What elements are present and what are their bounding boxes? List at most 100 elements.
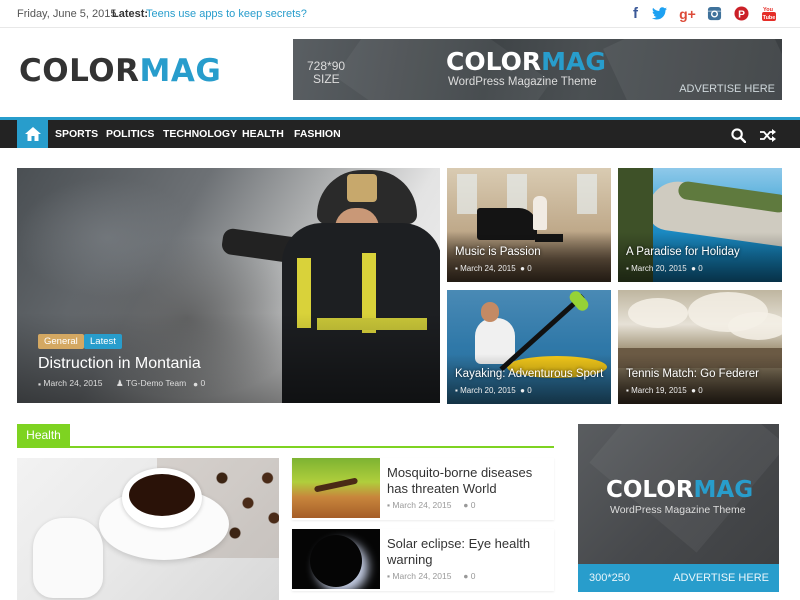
featured-main-post[interactable]: General Latest Distruction in Montania ▪… [17,168,440,403]
category-badge-latest[interactable]: Latest [84,334,122,349]
post-date-text: March 24, 2015 [43,378,103,388]
card-meta: ▪ March 24, 2015 ● 0 [455,264,532,273]
random-post-icon[interactable] [759,126,777,144]
svg-text:P: P [738,9,745,20]
card-meta: ▪ March 20, 2015 ● 0 [455,386,532,395]
nav-item-politics[interactable]: POLITICS [106,128,154,140]
pinterest-icon[interactable]: P [733,5,750,22]
ad-logo: COLORMAG [446,47,606,76]
ad-logo-color: COLOR [606,477,694,503]
card-title[interactable]: Tennis Match: Go Federer [626,368,759,380]
news-comments: 0 [470,500,476,510]
card-image-person [533,196,547,230]
news-title[interactable]: Mosquito-borne diseases has threaten Wor… [387,465,552,497]
card-meta: ▪ March 19, 2015 ● 0 [626,386,703,395]
health-main-post-image[interactable] [17,458,279,600]
card-image-cloud [628,298,688,328]
svg-text:Tube: Tube [762,15,775,21]
card-date: March 19, 2015 [631,386,687,395]
comment-icon: ● [463,500,469,510]
ad-logo: COLORMAG [606,477,753,503]
section-title-health[interactable]: Health [17,424,70,447]
search-icon[interactable] [729,126,747,144]
top-bar: Friday, June 5, 2015 Latest: Teens use a… [0,0,800,28]
main-navigation: SPORTS POLITICS TECHNOLOGY HEALTH FASHIO… [0,117,800,148]
card-comments: 0 [698,264,703,273]
calendar-icon: ▪ [387,571,391,581]
ad-size-value: 728*90 [307,59,346,73]
twitter-icon[interactable] [651,5,668,22]
comment-icon: ● [520,386,525,395]
news-meta: ▪ March 24, 2015 ● 0 [387,500,476,510]
card-image-window [457,174,477,214]
news-thumbnail[interactable] [292,458,380,518]
calendar-icon: ▪ [455,264,458,273]
logo-text-color: COLOR [19,53,140,89]
ad-footer-bar: 300*250 ADVERTISE HERE [578,564,779,592]
ad-logo-mag: MAG [693,477,754,503]
comment-icon: ● [463,571,469,581]
featured-card[interactable]: Music is Passion ▪ March 24, 2015 ● 0 [447,168,611,282]
latest-news-link[interactable]: Teens use apps to keep secrets? [146,8,307,20]
card-meta: ▪ March 20, 2015 ● 0 [626,264,703,273]
featured-card[interactable]: Tennis Match: Go Federer ▪ March 19, 201… [618,290,782,404]
category-badge-general[interactable]: General [38,334,84,349]
nav-item-fashion[interactable]: FASHION [294,128,341,140]
calendar-icon: ▪ [455,386,458,395]
card-image-window [577,174,597,214]
comment-icon: ● [193,378,199,389]
health-section-header: Health [17,424,554,448]
facebook-icon[interactable]: f [627,5,644,22]
card-date: March 20, 2015 [460,386,516,395]
youtube-icon[interactable]: You Tube [760,5,777,22]
post-comments[interactable]: ● 0 [193,378,205,389]
news-date: March 24, 2015 [392,500,452,510]
card-title[interactable]: Kayaking: Adventurous Sport [455,368,603,380]
advertise-here-link[interactable]: ADVERTISE HERE [679,83,775,95]
ad-logo-mag: MAG [541,47,606,76]
ad-tagline: WordPress Magazine Theme [448,76,597,88]
featured-image-badge [347,174,377,202]
header-ad-banner[interactable]: 728*90 SIZE COLORMAG WordPress Magazine … [293,39,782,100]
comment-icon: ● [691,264,696,273]
post-author-text: TG-Demo Team [125,378,187,388]
card-date: March 20, 2015 [631,264,687,273]
nav-item-sports[interactable]: SPORTS [55,128,98,140]
card-comments: 0 [527,386,532,395]
ad-size-label: SIZE [313,72,340,86]
calendar-icon: ▪ [387,500,391,510]
news-comments: 0 [470,571,476,581]
calendar-icon: ▪ [626,386,629,395]
calendar-icon: ▪ [626,264,629,273]
card-title[interactable]: A Paradise for Holiday [626,246,740,258]
post-author[interactable]: ♟ TG-Demo Team [116,378,186,389]
post-comments-count: 0 [200,378,206,388]
news-title[interactable]: Solar eclipse: Eye health warning [387,536,552,568]
google-plus-icon[interactable]: g+ [679,5,696,22]
ad-logo-color: COLOR [446,47,542,76]
news-date: March 24, 2015 [392,571,452,581]
site-logo[interactable]: COLORMAG [19,53,221,89]
featured-post-title[interactable]: Distruction in Montania [38,355,201,373]
card-title[interactable]: Music is Passion [455,246,541,258]
featured-card[interactable]: Kayaking: Adventurous Sport ▪ March 20, … [447,290,611,404]
nav-item-technology[interactable]: TECHNOLOGY [163,128,237,140]
home-button[interactable] [17,120,48,148]
featured-card[interactable]: A Paradise for Holiday ▪ March 20, 2015 … [618,168,782,282]
card-comments: 0 [698,386,703,395]
logo-text-mag: MAG [139,53,222,89]
card-comments: 0 [527,264,532,273]
mosquito-shape [313,477,359,493]
calendar-icon: ▪ [38,378,42,389]
card-image-head [481,302,499,322]
instagram-icon[interactable] [706,5,723,22]
advertise-here-link[interactable]: ADVERTISE HERE [673,572,769,584]
home-icon [24,127,41,141]
nav-item-health[interactable]: HEALTH [242,128,284,140]
comment-icon: ● [691,386,696,395]
news-thumbnail[interactable] [292,529,380,589]
sidebar-ad[interactable]: COLORMAG WordPress Magazine Theme 300*25… [578,424,779,592]
current-date: Friday, June 5, 2015 [17,8,117,20]
eclipse-ring [310,535,362,587]
latest-label: Latest: [112,8,149,20]
